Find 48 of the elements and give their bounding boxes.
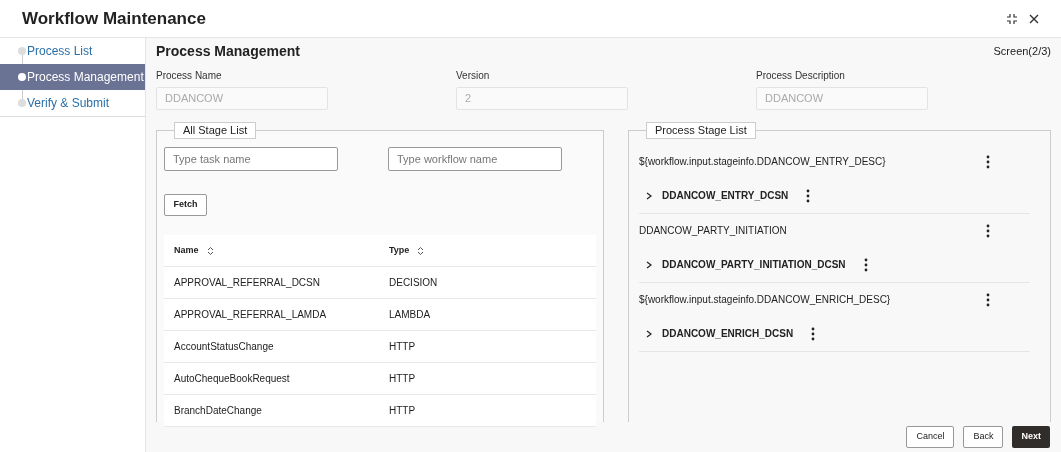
table-cell-text: LAMBDA	[389, 308, 432, 322]
table-cell-text: AutoChequeBookRequest	[174, 372, 291, 386]
decision-label: DDANCOW_PARTY_INITIATION_DCSN	[662, 258, 846, 272]
chevron-right-icon[interactable]	[646, 191, 652, 200]
stage-label: ${workflow.input.stageinfo.DDANCOW_ENRICH_DESC}	[639, 293, 891, 307]
section-legend: All Stage List	[174, 122, 257, 139]
step-item[interactable]: Process Management	[0, 64, 145, 90]
close-icon[interactable]	[1029, 13, 1039, 24]
chevron-right-icon[interactable]	[646, 260, 652, 269]
table-cell-text: BranchDateChange	[174, 404, 263, 418]
secondary-button[interactable]: Cancel	[906, 426, 955, 448]
resize-icon[interactable]	[1007, 13, 1017, 24]
fetch-button[interactable]: Fetch	[164, 194, 207, 216]
more-options-icon[interactable]	[986, 223, 990, 238]
chevron-right-icon[interactable]	[646, 329, 652, 338]
step-item[interactable]: Process List	[0, 38, 145, 64]
field-label: Process Name	[156, 69, 223, 83]
table-cell-text: HTTP	[389, 404, 417, 418]
decision-label: DDANCOW_ENRICH_DCSN	[662, 327, 794, 341]
table-cell-text: APPROVAL_REFERRAL_LAMDA	[174, 308, 328, 322]
column-header[interactable]: Name	[174, 243, 199, 258]
section-title: Process Management	[156, 41, 300, 61]
field-label: Version	[456, 69, 491, 83]
stage-label: DDANCOW_PARTY_INITIATION	[639, 224, 787, 238]
window-title: Workflow Maintenance	[22, 7, 206, 30]
more-options-icon[interactable]	[986, 292, 990, 307]
step-item[interactable]: Verify & Submit	[0, 90, 145, 116]
more-options-icon[interactable]	[863, 257, 868, 272]
task-name-field[interactable]: Type task name	[164, 147, 338, 171]
table-cell-text: DECISION	[389, 276, 439, 290]
decision-label: DDANCOW_ENTRY_DCSN	[662, 189, 789, 203]
more-options-icon[interactable]	[811, 326, 816, 341]
primary-button[interactable]: Next	[1012, 426, 1050, 448]
more-options-icon[interactable]	[986, 154, 990, 169]
sort-icon[interactable]	[417, 245, 425, 256]
field-label: Process Description	[756, 69, 846, 83]
column-header[interactable]: Type	[389, 243, 410, 258]
secondary-button[interactable]: Back	[963, 426, 1004, 448]
more-options-icon[interactable]	[806, 188, 811, 203]
screen-indicator: Screen(2/3)	[993, 43, 1051, 59]
workflow-name-field[interactable]: Type workflow name	[388, 147, 562, 171]
table-cell-text: HTTP	[389, 340, 417, 354]
table-cell-text: AccountStatusChange	[174, 340, 275, 354]
sort-icon[interactable]	[206, 245, 214, 256]
stage-label: ${workflow.input.stageinfo.DDANCOW_ENTRY_DESC}	[639, 155, 886, 169]
section-legend: Process Stage List	[646, 122, 756, 139]
table-cell-text: APPROVAL_REFERRAL_DCSN	[174, 276, 321, 290]
table-cell-text: HTTP	[389, 372, 417, 386]
